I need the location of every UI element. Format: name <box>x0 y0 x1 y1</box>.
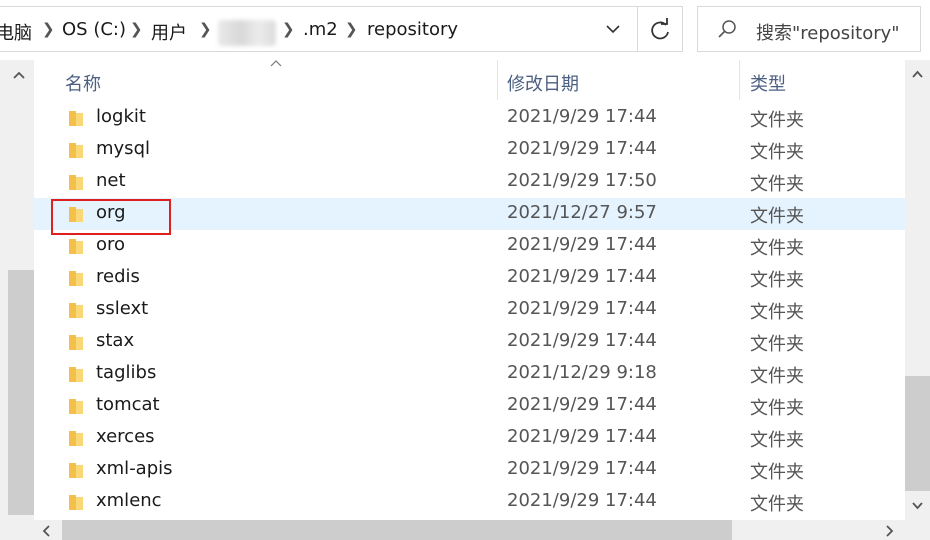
list-item[interactable]: tomcat 2021/9/29 17:44 文件夹 <box>34 390 905 422</box>
file-date: 2021/9/29 17:44 <box>507 394 657 415</box>
list-item[interactable]: net 2021/9/29 17:50 文件夹 <box>34 166 905 198</box>
list-item[interactable]: mysql 2021/9/29 17:44 文件夹 <box>34 134 905 166</box>
file-name: redis <box>96 266 140 287</box>
file-date: 2021/9/29 17:44 <box>507 234 657 255</box>
address-divider <box>637 7 638 51</box>
list-item[interactable]: xmlenc 2021/9/29 17:44 文件夹 <box>34 486 905 518</box>
scroll-up-arrow-icon[interactable] <box>907 64 928 84</box>
file-name: xmlenc <box>96 490 162 511</box>
file-date: 2021/9/29 17:44 <box>507 426 657 447</box>
file-type: 文件夹 <box>750 302 804 323</box>
horizontal-scroll-thumb[interactable] <box>62 520 732 540</box>
chevron-right-icon[interactable]: ❯ <box>42 20 55 38</box>
file-date: 2021/9/29 17:44 <box>507 330 657 351</box>
scroll-up-arrow-icon[interactable] <box>8 64 30 86</box>
navigation-pane-scroll-thumb[interactable] <box>8 270 34 515</box>
file-date: 2021/9/29 17:50 <box>507 170 657 191</box>
list-item[interactable]: redis 2021/9/29 17:44 文件夹 <box>34 262 905 294</box>
search-icon <box>718 20 736 38</box>
column-header-name-label: 名称 <box>65 74 101 95</box>
file-type: 文件夹 <box>750 398 804 419</box>
chevron-right-icon[interactable]: ❯ <box>282 20 295 38</box>
breadcrumb-m2[interactable]: .m2 <box>303 19 338 40</box>
chevron-right-icon[interactable]: ❯ <box>199 20 212 38</box>
column-header-name[interactable]: 名称 <box>34 64 497 100</box>
folder-icon <box>69 431 83 446</box>
breadcrumb-users[interactable]: 用户 <box>151 19 187 45</box>
file-type: 文件夹 <box>750 462 804 483</box>
file-date: 2021/12/27 9:57 <box>507 202 657 223</box>
scroll-down-arrow-icon[interactable] <box>907 496 928 516</box>
file-type: 文件夹 <box>750 238 804 259</box>
file-name: logkit <box>96 106 146 127</box>
folder-icon <box>69 175 83 190</box>
breadcrumb-repository[interactable]: repository <box>367 19 458 40</box>
folder-icon <box>69 367 83 382</box>
search-input[interactable]: 搜索"repository" <box>756 19 900 45</box>
file-type: 文件夹 <box>750 430 804 451</box>
list-item[interactable]: taglibs 2021/12/29 9:18 文件夹 <box>34 358 905 390</box>
folder-icon <box>69 335 83 350</box>
list-item[interactable]: stax 2021/9/29 17:44 文件夹 <box>34 326 905 358</box>
folder-icon <box>69 399 83 414</box>
file-type: 文件夹 <box>750 142 804 163</box>
breadcrumb-username-redacted[interactable] <box>218 20 276 46</box>
file-type: 文件夹 <box>750 334 804 355</box>
file-name: tomcat <box>96 394 160 415</box>
refresh-icon[interactable] <box>642 15 678 45</box>
column-header-type[interactable]: 类型 <box>740 64 905 100</box>
folder-icon <box>69 239 83 254</box>
folder-icon <box>69 463 83 478</box>
vertical-scroll-thumb[interactable] <box>905 376 930 491</box>
file-name: xml-apis <box>96 458 173 479</box>
file-type: 文件夹 <box>750 366 804 387</box>
file-date: 2021/9/29 17:44 <box>507 106 657 127</box>
folder-icon <box>69 495 83 510</box>
list-item[interactable]: xerces 2021/9/29 17:44 文件夹 <box>34 422 905 454</box>
red-highlight-box <box>51 199 171 235</box>
breadcrumb-this-pc[interactable]: 电脑 <box>0 19 32 45</box>
chevron-right-icon[interactable]: ❯ <box>130 20 143 38</box>
chevron-right-icon[interactable]: ❯ <box>345 20 358 38</box>
file-name: stax <box>96 330 135 351</box>
file-name: net <box>96 170 126 191</box>
file-name: sslext <box>96 298 149 319</box>
folder-icon <box>69 271 83 286</box>
column-header-date[interactable]: 修改日期 <box>498 64 739 100</box>
file-type: 文件夹 <box>750 174 804 195</box>
file-name: xerces <box>96 426 155 447</box>
file-name: oro <box>96 234 126 255</box>
file-date: 2021/9/29 17:44 <box>507 490 657 511</box>
chevron-down-icon[interactable] <box>596 17 630 43</box>
folder-icon <box>69 111 83 126</box>
scroll-left-arrow-icon[interactable] <box>38 522 56 540</box>
list-item[interactable]: sslext 2021/9/29 17:44 文件夹 <box>34 294 905 326</box>
file-date: 2021/9/29 17:44 <box>507 138 657 159</box>
file-date: 2021/9/29 17:44 <box>507 266 657 287</box>
file-type: 文件夹 <box>750 270 804 291</box>
file-type: 文件夹 <box>750 494 804 515</box>
column-header-date-label: 修改日期 <box>507 74 579 95</box>
folder-icon <box>69 143 83 158</box>
file-date: 2021/9/29 17:44 <box>507 458 657 479</box>
list-item[interactable]: logkit 2021/9/29 17:44 文件夹 <box>34 102 905 134</box>
file-name: taglibs <box>96 362 157 383</box>
file-name: mysql <box>96 138 150 159</box>
folder-icon <box>69 303 83 318</box>
file-type: 文件夹 <box>750 110 804 131</box>
search-box[interactable]: 搜索"repository" <box>697 6 921 52</box>
address-bar[interactable]: 电脑 ❯ OS (C:) ❯ 用户 ❯ ❯ .m2 ❯ repository <box>0 6 683 52</box>
file-date: 2021/12/29 9:18 <box>507 362 657 383</box>
file-type: 文件夹 <box>750 206 804 227</box>
file-date: 2021/9/29 17:44 <box>507 298 657 319</box>
list-item[interactable]: xml-apis 2021/9/29 17:44 文件夹 <box>34 454 905 486</box>
column-header-type-label: 类型 <box>750 74 786 95</box>
breadcrumb-drive-c[interactable]: OS (C:) <box>62 19 126 40</box>
scroll-right-arrow-icon[interactable] <box>880 522 898 540</box>
